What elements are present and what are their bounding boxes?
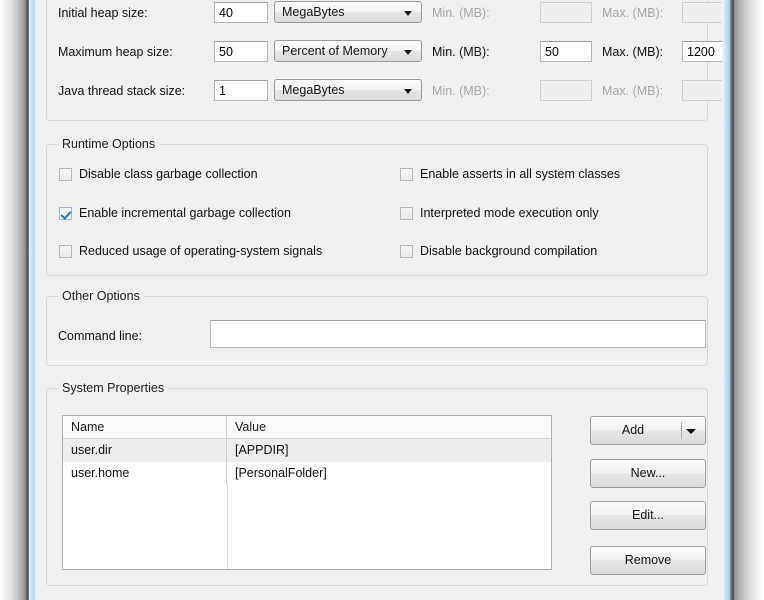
- column-header-value[interactable]: Value: [227, 416, 551, 438]
- java-thread-stack-size-unit-value: MegaBytes: [282, 83, 345, 97]
- checkbox-box: [59, 245, 72, 258]
- chevron-down-icon[interactable]: [686, 429, 696, 434]
- maximum-heap-min-input[interactable]: [540, 41, 592, 62]
- checkbox-disable-background-compilation[interactable]: Disable background compilation: [400, 244, 597, 259]
- cell-name: user.dir: [63, 439, 227, 462]
- checkbox-box-checked: [59, 207, 72, 220]
- screenshot-root: Initial heap size: MegaBytes Min. (MB): …: [0, 0, 764, 600]
- initial-heap-max-label: Max. (MB):: [602, 6, 664, 20]
- initial-heap-size-unit-value: MegaBytes: [282, 5, 345, 19]
- other-options-title: Other Options: [58, 289, 144, 303]
- cell-value: [APPDIR]: [235, 443, 289, 457]
- system-properties-title: System Properties: [58, 381, 169, 395]
- table-row[interactable]: user.home [PersonalFolder]: [63, 462, 551, 485]
- maximum-heap-min-label: Min. (MB):: [432, 45, 490, 59]
- edit-property-button[interactable]: Edit...: [590, 501, 706, 530]
- split-separator: [681, 422, 682, 439]
- cell-name: user.home: [63, 462, 227, 485]
- java-thread-stack-min-input[interactable]: [540, 80, 592, 101]
- maximum-heap-size-label: Maximum heap size:: [58, 45, 173, 59]
- command-line-input[interactable]: [210, 320, 706, 348]
- checkbox-enable-asserts[interactable]: Enable asserts in all system classes: [400, 167, 620, 182]
- table-header-row: Name Value: [63, 416, 551, 439]
- window-frame-right-glass: [722, 0, 730, 600]
- checkbox-box: [400, 207, 413, 220]
- table-row[interactable]: user.dir [APPDIR]: [63, 439, 551, 462]
- checkbox-box: [400, 245, 413, 258]
- checkbox-reduced-os-signals[interactable]: Reduced usage of operating-system signal…: [59, 244, 322, 259]
- java-thread-stack-size-label: Java thread stack size:: [58, 84, 186, 98]
- add-property-button[interactable]: Add: [590, 416, 706, 445]
- maximum-heap-size-unit-combo[interactable]: Percent of Memory: [274, 40, 422, 62]
- checkbox-label: Disable class garbage collection: [79, 167, 258, 181]
- checkbox-label: Enable asserts in all system classes: [420, 167, 621, 181]
- checkbox-box: [400, 168, 413, 181]
- checkbox-box: [59, 168, 72, 181]
- table-empty-area: [63, 485, 551, 569]
- window-shadow-left: [0, 0, 26, 600]
- table-filler-column: [63, 485, 228, 569]
- checkbox-enable-incremental-gc[interactable]: Enable incremental garbage collection: [59, 206, 291, 221]
- initial-heap-size-unit-combo[interactable]: MegaBytes: [274, 1, 422, 23]
- window-shadow-right: [734, 0, 764, 600]
- runtime-options-title: Runtime Options: [58, 137, 160, 151]
- checkbox-label: Disable background compilation: [420, 244, 598, 258]
- java-thread-stack-max-label: Max. (MB):: [602, 84, 664, 98]
- column-header-name[interactable]: Name: [63, 416, 227, 438]
- checkbox-label: Enable incremental garbage collection: [79, 206, 291, 220]
- chevron-down-icon: [404, 11, 412, 16]
- new-property-button[interactable]: New...: [590, 459, 706, 488]
- java-runtime-settings-dialog: Initial heap size: MegaBytes Min. (MB): …: [36, 0, 734, 600]
- add-property-label: Add: [621, 423, 645, 437]
- checkbox-label: Interpreted mode execution only: [420, 206, 599, 220]
- chevron-down-icon: [404, 89, 412, 94]
- checkbox-interpreted-mode[interactable]: Interpreted mode execution only: [400, 206, 599, 221]
- java-thread-stack-size-unit-combo[interactable]: MegaBytes: [274, 79, 422, 101]
- cell-value: [PersonalFolder]: [235, 466, 327, 480]
- java-thread-stack-size-input[interactable]: [214, 80, 268, 101]
- command-line-label: Command line:: [58, 329, 143, 343]
- initial-heap-min-input[interactable]: [540, 2, 592, 23]
- checkbox-label: Reduced usage of operating-system signal…: [79, 244, 323, 258]
- maximum-heap-max-label: Max. (MB):: [602, 45, 664, 59]
- checkbox-disable-class-gc[interactable]: Disable class garbage collection: [59, 167, 258, 182]
- initial-heap-min-label: Min. (MB):: [432, 6, 490, 20]
- system-properties-table[interactable]: Name Value user.dir [APPDIR] user.home […: [62, 415, 552, 570]
- initial-heap-size-label: Initial heap size:: [58, 6, 148, 20]
- java-thread-stack-min-label: Min. (MB):: [432, 84, 490, 98]
- maximum-heap-size-unit-value: Percent of Memory: [282, 44, 388, 58]
- initial-heap-size-input[interactable]: [214, 2, 268, 23]
- remove-property-button[interactable]: Remove: [590, 546, 706, 575]
- chevron-down-icon: [404, 50, 412, 55]
- maximum-heap-size-input[interactable]: [214, 41, 268, 62]
- window-frame-left-glass: [29, 0, 36, 600]
